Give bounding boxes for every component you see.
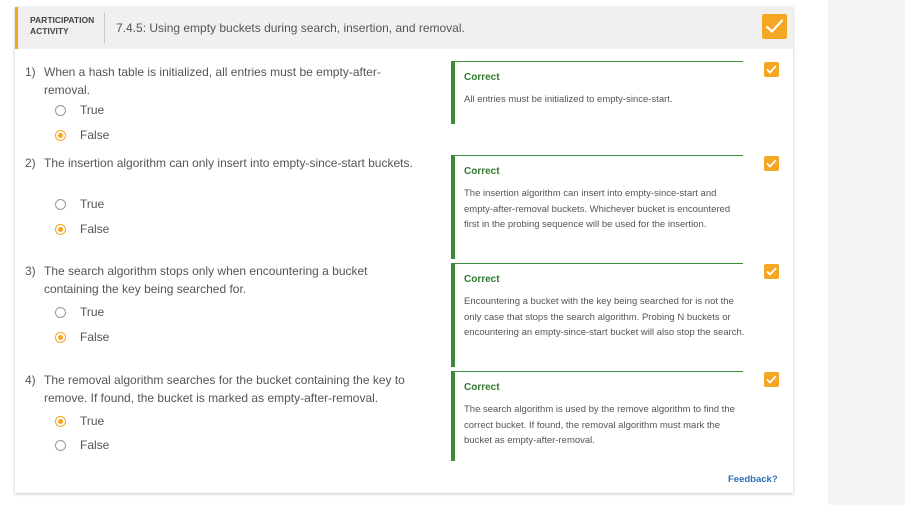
question-4-feedback: Correct The search algorithm is used by … [451,371,743,461]
question-3-checkmark-icon [764,264,779,279]
option-label: True [80,197,105,211]
feedback-title: Correct [464,166,500,177]
participation-activity-card: PARTICIPATION ACTIVITY 7.4.5: Using empt… [15,7,793,493]
radio-button[interactable] [55,307,66,318]
question-number: 4) [25,373,36,387]
feedback-title: Correct [464,72,500,83]
option-label: False [80,438,110,452]
question-1-checkmark-icon [764,62,779,77]
question-number: 1) [25,65,36,79]
activity-title: 7.4.5: Using empty buckets during search… [116,21,465,35]
option-label: False [80,222,110,236]
question-text: When a hash table is initialized, all en… [44,65,381,97]
right-side-panel [828,0,905,505]
option-label: True [80,305,105,319]
participation-label-line1: PARTICIPATION [30,15,95,25]
feedback-link[interactable]: Feedback? [728,474,778,485]
radio-button-selected[interactable] [55,332,66,343]
option-label: False [80,128,110,142]
header-divider [104,13,105,43]
question-text: The removal algorithm searches for the b… [44,373,405,405]
feedback-title: Correct [464,274,500,285]
question-2-checkmark-icon [764,156,779,171]
radio-button-selected[interactable] [55,416,66,427]
question-4-checkmark-icon [764,372,779,387]
feedback-text: Encountering a bucket with the key being… [464,296,745,338]
feedback-title: Correct [464,382,500,393]
feedback-text: The insertion algorithm can insert into … [464,188,731,230]
question-3-feedback: Correct Encountering a bucket with the k… [451,263,745,367]
question-text: The search algorithm stops only when enc… [44,264,368,296]
question-text: The insertion algorithm can only insert … [44,156,413,170]
question-1-feedback: Correct All entries must be initialized … [451,61,743,124]
participation-label-line2: ACTIVITY [30,26,69,36]
feedback-text: The search algorithm is used by the remo… [464,404,735,446]
option-label: True [80,103,105,117]
activity-complete-checkmark-icon [762,14,787,39]
radio-button-selected[interactable] [55,224,66,235]
option-label: True [80,414,105,428]
radio-button[interactable] [55,105,66,116]
radio-button[interactable] [55,199,66,210]
activity-header: PARTICIPATION ACTIVITY 7.4.5: Using empt… [15,7,793,49]
question-number: 2) [25,156,36,170]
option-label: False [80,330,110,344]
feedback-text: All entries must be initialized to empty… [464,94,673,105]
radio-button[interactable] [55,440,66,451]
radio-button-selected[interactable] [55,130,66,141]
participation-activity-label: PARTICIPATION ACTIVITY [30,15,94,37]
question-2-feedback: Correct The insertion algorithm can inse… [451,155,743,259]
question-number: 3) [25,264,36,278]
